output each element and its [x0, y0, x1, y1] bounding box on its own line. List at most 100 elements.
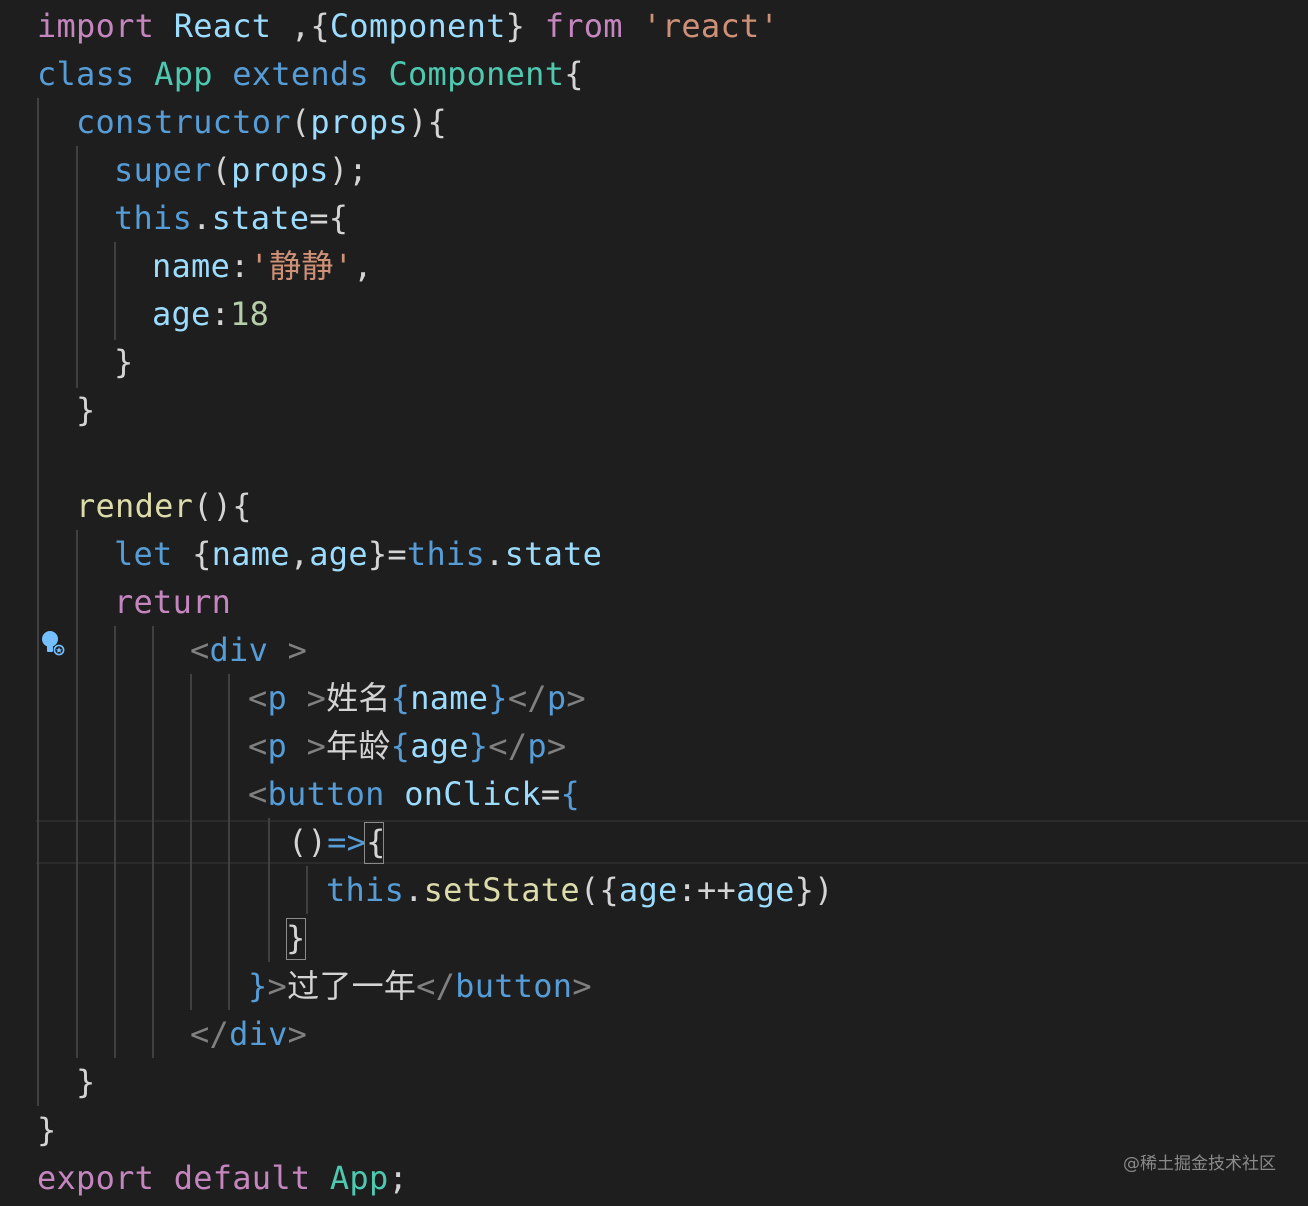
- code-line-12[interactable]: let {name,age}=this.state: [114, 530, 602, 578]
- code-token: 过了一年: [287, 967, 417, 1005]
- code-token: .: [485, 535, 505, 573]
- bracket-match-close: [286, 918, 306, 960]
- code-token: >: [566, 679, 586, 717]
- code-token: 'react': [642, 7, 780, 45]
- code-token: :: [210, 295, 231, 333]
- code-token: }: [114, 343, 134, 381]
- code-line-24[interactable]: }: [37, 1106, 57, 1154]
- code-token: name: [410, 679, 489, 717]
- code-token: }: [76, 391, 96, 429]
- code-line-8[interactable]: }: [114, 338, 134, 386]
- code-token: '静静': [249, 247, 354, 285]
- code-token: p: [546, 679, 567, 717]
- code-token: default: [173, 1159, 311, 1197]
- indent-guide: [306, 866, 308, 914]
- code-line-3[interactable]: constructor(props){: [76, 98, 447, 146]
- code-token: props: [310, 103, 408, 141]
- code-token: ,: [353, 247, 373, 285]
- code-token: {: [560, 775, 580, 813]
- code-token: p: [527, 727, 547, 765]
- code-token: >: [546, 727, 567, 765]
- code-token: ,{: [271, 7, 330, 45]
- indent-guide: [268, 818, 270, 962]
- code-token: name: [152, 247, 231, 285]
- watermark: @稀土掘金技术社区: [1123, 1154, 1276, 1174]
- code-token: name: [211, 535, 290, 573]
- code-line-17[interactable]: <button onClick={: [248, 770, 580, 818]
- code-token: );: [328, 151, 368, 189]
- code-token: >: [287, 1015, 308, 1053]
- code-token: ={: [309, 199, 349, 237]
- code-token: button: [267, 775, 385, 813]
- code-line-4[interactable]: super(props);: [114, 146, 368, 194]
- indent-guide: [228, 674, 230, 1010]
- code-token: :++: [677, 871, 737, 909]
- code-line-11[interactable]: render(){: [76, 482, 252, 530]
- code-token: onClick: [404, 775, 541, 813]
- code-token: >: [306, 679, 327, 717]
- code-line-16[interactable]: <p >年龄{age}</p>: [248, 722, 566, 770]
- code-token: <: [248, 775, 268, 813]
- code-token: age: [410, 727, 469, 765]
- code-token: >: [267, 967, 288, 1005]
- code-line-9[interactable]: }: [76, 386, 96, 434]
- code-token: >: [306, 727, 327, 765]
- code-line-7[interactable]: age:18: [152, 290, 269, 338]
- code-token: }: [468, 727, 489, 765]
- code-line-23[interactable]: }: [76, 1058, 96, 1106]
- code-token: let: [114, 535, 173, 573]
- code-token: }: [505, 7, 545, 45]
- code-line-25[interactable]: export default App;: [37, 1154, 408, 1202]
- code-line-6[interactable]: name:'静静',: [152, 242, 373, 290]
- code-token: age: [618, 871, 678, 909]
- code-token: }: [37, 1111, 57, 1149]
- code-line-1[interactable]: import React ,{Component} from 'react': [37, 2, 779, 50]
- code-token: this: [114, 199, 193, 237]
- code-token: >: [572, 967, 592, 1005]
- code-token: <: [248, 727, 268, 765]
- indent-guide: [76, 146, 78, 388]
- code-token: this: [326, 871, 405, 909]
- code-token: (){: [193, 487, 252, 525]
- code-editor[interactable]: import React ,{Component} from 'react' cl…: [0, 0, 1308, 1206]
- code-line-13[interactable]: return: [114, 578, 231, 626]
- indent-guide: [76, 530, 78, 1058]
- code-token: <: [190, 631, 210, 669]
- code-token: age: [736, 871, 795, 909]
- code-token: props: [231, 151, 329, 189]
- code-token: </: [507, 679, 547, 717]
- code-line-21[interactable]: }>过了一年</button>: [248, 962, 592, 1010]
- indent-guide: [37, 98, 39, 1106]
- code-token: age: [309, 535, 368, 573]
- code-token: age: [152, 295, 211, 333]
- code-token: :: [230, 247, 250, 285]
- indent-guide: [114, 242, 116, 340]
- code-token: return: [114, 583, 232, 621]
- code-token: from: [544, 7, 623, 45]
- code-token: div: [209, 631, 269, 669]
- code-line-2[interactable]: class App extends Component{: [37, 50, 584, 98]
- code-token: =: [540, 775, 561, 813]
- code-token: 年龄: [326, 727, 391, 765]
- lightbulb-autofix-icon[interactable]: [40, 629, 68, 659]
- code-line-14[interactable]: <div >: [190, 626, 307, 674]
- code-token: extends: [232, 55, 369, 93]
- code-token: {: [390, 727, 411, 765]
- code-token: App: [329, 1159, 389, 1197]
- code-token: class: [37, 55, 135, 93]
- code-token: p: [267, 727, 288, 765]
- code-token: 18: [230, 295, 270, 333]
- code-line-15[interactable]: <p >姓名{name}</p>: [248, 674, 586, 722]
- code-line-19[interactable]: this.setState({age:++age}): [326, 866, 834, 914]
- code-line-5[interactable]: this.state={: [114, 194, 348, 242]
- code-token: =>: [327, 823, 367, 861]
- code-line-22[interactable]: </div>: [190, 1010, 307, 1058]
- indent-guide: [152, 626, 154, 1058]
- indent-guide: [114, 626, 116, 1058]
